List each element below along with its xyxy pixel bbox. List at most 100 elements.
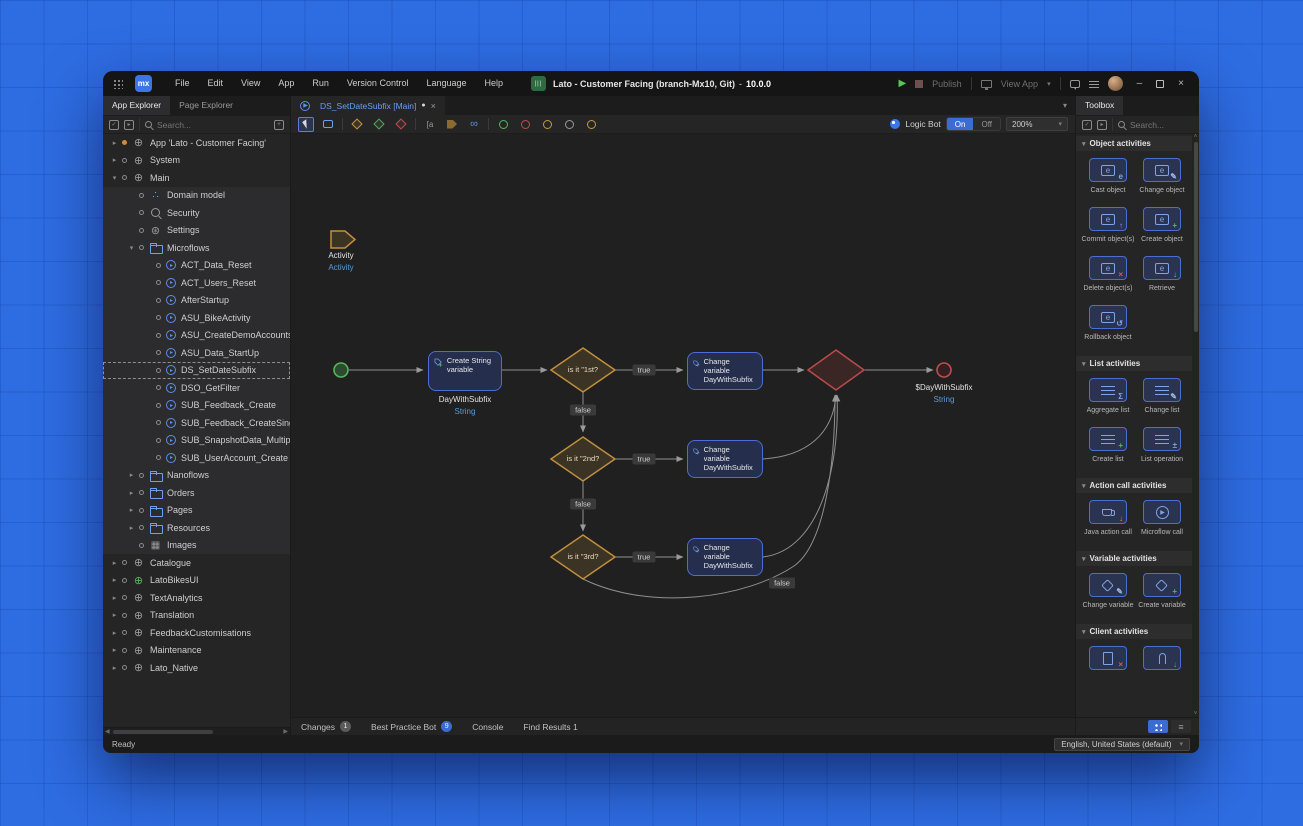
cast-object-icon[interactable]: ee [1089,158,1127,182]
bottom-tab-console[interactable]: Console [462,718,513,735]
logic-bot-off[interactable]: Off [973,118,1000,130]
tree-item-sub-useraccount-create[interactable]: ▸SUB_UserAccount_Create [103,449,290,467]
start-event-tool-icon[interactable] [495,117,511,132]
chevron-right-icon[interactable]: ▸ [109,664,120,672]
scroll-up-icon[interactable]: ˄ [1194,134,1198,140]
flow-tool-icon[interactable]: ∞ [466,117,482,132]
change-variable-activity-1[interactable]: Change variable DayWithSubfix [687,352,763,390]
tree-item-orders[interactable]: ▸Orders [103,484,290,502]
create-list-icon[interactable]: + [1089,427,1127,451]
commit-object-icon[interactable]: e↑ [1089,207,1127,231]
activity-legend-shape[interactable] [331,231,355,248]
menu-item-file[interactable]: File [166,71,199,96]
change-variable-activity-2[interactable]: Change variable DayWithSubfix [687,440,763,478]
tree-item-domain-model[interactable]: ∴Domain model [103,187,290,205]
chevron-right-icon[interactable]: ▸ [109,594,120,602]
tree-item-dso-getfilter[interactable]: ▸DSO_GetFilter [103,379,290,397]
rollback-object-icon[interactable]: e↺ [1089,305,1127,329]
explorer-search-input[interactable]: Search... [157,120,269,130]
scroll-right-icon[interactable]: ▶ [283,728,288,735]
vertical-scrollbar[interactable]: ˄ ˅ [1192,134,1199,717]
tab-list-caret-icon[interactable]: ▾ [1063,101,1075,110]
tree-item-asu-createdemoaccounts[interactable]: ▸ASU_CreateDemoAccounts [103,327,290,345]
chevron-right-icon[interactable]: ▸ [109,156,120,164]
menu-item-language[interactable]: Language [417,71,475,96]
merge[interactable] [808,350,864,390]
close-page-icon[interactable]: × [1089,646,1127,670]
minimize-button[interactable]: – [1132,78,1148,89]
microflow-canvas[interactable]: Activity Activity Create String variable… [291,134,1075,717]
tree-item-feedbackcustomisations[interactable]: ▸⊕FeedbackCustomisations [103,624,290,642]
toolbox-section-client-activities[interactable]: ▾Client activities [1076,624,1192,639]
tab-page-explorer[interactable]: Page Explorer [170,96,242,115]
list-view-button[interactable]: ≡ [1171,720,1191,733]
change-variable-icon[interactable]: ✎ [1089,573,1127,597]
tree-item-asu-bikeactivity[interactable]: ▸ASU_BikeActivity [103,309,290,327]
menu-item-view[interactable]: View [232,71,269,96]
chevron-down-icon[interactable]: ▾ [109,174,120,182]
tree-item-resources[interactable]: ▸Resources [103,519,290,537]
bottom-tab-find-results-1[interactable]: Find Results 1 [513,718,587,735]
create-variable-icon[interactable]: + [1143,573,1181,597]
tree-item-images[interactable]: ▦Images [103,537,290,555]
feedback-icon[interactable] [1070,80,1080,88]
tree-item-security[interactable]: Security [103,204,290,222]
collapse-all-icon[interactable]: ✓ [109,120,119,130]
error-event-tool-icon[interactable] [583,117,599,132]
scrollbar-thumb[interactable] [113,730,213,734]
retrieve-icon[interactable]: e↓ [1143,256,1181,280]
language-dropdown[interactable]: English, United States (default) ▾ [1054,738,1190,751]
loop-tool-icon[interactable] [444,117,460,132]
tree-item-textanalytics[interactable]: ▸⊕TextAnalytics [103,589,290,607]
object-type-decision-tool-icon[interactable] [371,117,387,132]
tab-toolbox[interactable]: Toolbox [1076,96,1123,115]
run-icon[interactable]: ▶ [898,79,906,89]
tree-item-main[interactable]: ▾⊕Main [103,169,290,187]
scroll-down-icon[interactable]: ˅ [1194,711,1198,717]
menu-item-version-control[interactable]: Version Control [338,71,418,96]
publish-button[interactable]: Publish [932,79,962,89]
horizontal-scrollbar[interactable]: ◀▶ [103,727,290,735]
tree-item-app-lato-customer-facing[interactable]: ▸⊕App 'Lato - Customer Facing' [103,134,290,152]
chevron-down-icon[interactable]: ▾ [126,244,137,252]
change-variable-activity-3[interactable]: Change variable DayWithSubfix [687,538,763,576]
tree-item-nanoflows[interactable]: ▸Nanoflows [103,467,290,485]
new-document-icon[interactable]: + [274,120,284,130]
end-event-tool-icon[interactable] [517,117,533,132]
tree-item-sub-feedback-createsingle[interactable]: ▸SUB_Feedback_CreateSingle [103,414,290,432]
chevron-right-icon[interactable]: ▸ [109,559,120,567]
locate-document-icon[interactable]: ▸ [124,120,134,130]
tree-item-lato-native[interactable]: ▸⊕Lato_Native [103,659,290,677]
activity-tool-icon[interactable] [320,117,336,132]
tree-item-maintenance[interactable]: ▸⊕Maintenance [103,642,290,660]
tree-item-act-users-reset[interactable]: ▸ACT_Users_Reset [103,274,290,292]
chevron-right-icon[interactable]: ▸ [126,489,137,497]
tree-item-act-data-reset[interactable]: ▸ACT_Data_Reset [103,257,290,275]
scrollbar-thumb[interactable] [1194,142,1198,332]
chevron-right-icon[interactable]: ▸ [109,139,120,147]
tree-item-pages[interactable]: ▸Pages [103,502,290,520]
scroll-left-icon[interactable]: ◀ [105,728,110,735]
close-button[interactable]: × [1173,78,1189,89]
chevron-right-icon[interactable]: ▸ [126,471,137,479]
chevron-right-icon[interactable]: ▸ [109,576,120,584]
annotation-tool-icon[interactable]: [a [422,117,438,132]
toolbox-section-action-call-activities[interactable]: ▾Action call activities [1076,478,1192,493]
view-app-icon[interactable] [981,80,992,88]
tree-item-latobikesui[interactable]: ▸⊕LatoBikesUI [103,572,290,590]
bottom-tab-changes[interactable]: Changes1 [291,718,361,735]
toolbox-search-input[interactable]: Search... [1130,120,1193,130]
continue-event-tool-icon[interactable] [539,117,555,132]
avatar[interactable] [1108,76,1123,91]
tree-item-system[interactable]: ▸⊕System [103,152,290,170]
create-object-icon[interactable]: e+ [1143,207,1181,231]
view-app-button[interactable]: View App [1001,79,1038,89]
menu-item-edit[interactable]: Edit [199,71,233,96]
end-event[interactable] [937,363,951,377]
grid-view-button[interactable] [1148,720,1168,733]
chevron-right-icon[interactable]: ▸ [109,629,120,637]
java-action-call-icon[interactable]: ↓ [1089,500,1127,524]
change-list-icon[interactable]: ✎ [1143,378,1181,402]
menu-item-run[interactable]: Run [303,71,338,96]
zoom-dropdown[interactable]: 200% ▾ [1006,117,1068,131]
